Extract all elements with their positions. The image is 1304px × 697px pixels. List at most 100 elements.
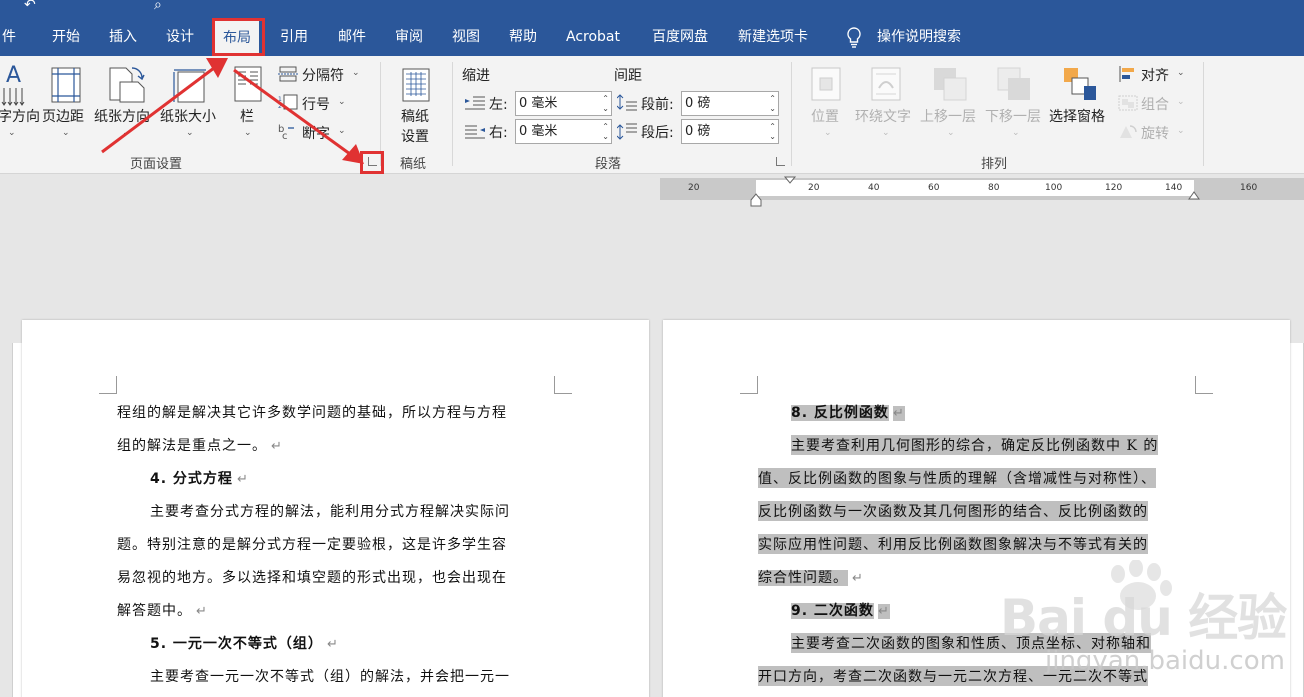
chevron-down-icon[interactable]: ⌄ (338, 97, 346, 107)
indent-marker-right-icon[interactable] (1188, 190, 1200, 200)
tab-mailings[interactable]: 邮件 (338, 20, 366, 56)
spin-up-icon[interactable]: ⌃ (602, 123, 609, 131)
orientation-icon[interactable] (106, 64, 146, 104)
paragraph-line: 解答题中。 ↵ (117, 603, 208, 619)
document-page-left[interactable]: 程组的解是解决其它许多数学问题的基础，所以方程与方程 组的解法是重点之一。 ↵ 4… (22, 320, 649, 697)
tab-home[interactable]: 开始 (52, 20, 80, 56)
columns-label[interactable]: 栏 (240, 106, 254, 126)
spin-up-icon[interactable]: ⌃ (769, 123, 776, 131)
indent-right-input[interactable]: 0 毫米 ⌃ ⌄ (515, 119, 612, 144)
page-setup-group-label: 页面设置 (130, 157, 183, 172)
tab-design[interactable]: 设计 (166, 20, 194, 56)
tab-baidu-netdisk[interactable]: 百度网盘 (652, 20, 708, 56)
draft-paper-icon[interactable] (402, 68, 430, 102)
chevron-down-icon[interactable]: ⌄ (338, 126, 346, 136)
indent-right-icon (465, 125, 485, 139)
title-bar: ↶ ⌕ (0, 0, 1304, 20)
breaks-label[interactable]: 分隔符 (302, 65, 344, 85)
send-backward-icon (997, 67, 1030, 100)
chevron-down-icon[interactable]: ⌄ (244, 128, 252, 138)
tab-help[interactable]: 帮助 (509, 20, 537, 56)
chevron-down-icon[interactable]: ⌄ (352, 68, 360, 78)
tab-new-tab[interactable]: 新建选项卡 (738, 20, 808, 56)
paragraph-line: 程组的解是解决其它许多数学问题的基础，所以方程与方程 (117, 405, 507, 421)
tab-file[interactable]: 件 (2, 20, 16, 56)
align-label[interactable]: 对齐 (1141, 65, 1169, 85)
position-icon (811, 67, 841, 101)
undo-icon[interactable]: ↶ (24, 0, 36, 12)
spacing-before-icon (617, 94, 637, 111)
first-line-indent-icon[interactable] (784, 176, 796, 184)
paragraph-line: 主要考查分式方程的解法，能利用分式方程解决实际问 (150, 504, 510, 520)
text-direction-icon[interactable]: A (0, 62, 30, 106)
chevron-down-icon[interactable]: ⌄ (62, 128, 70, 138)
hyphenation-icon[interactable]: b c (278, 122, 300, 140)
group-label: 组合 (1141, 97, 1169, 113)
text-direction-label[interactable]: 字方向 (0, 106, 40, 126)
svg-text:c: c (282, 131, 288, 140)
draft-settings-label-line1[interactable]: 稿纸 (401, 106, 429, 126)
spacing-after-icon (617, 123, 637, 140)
spacing-after-input[interactable]: 0 磅 ⌃ ⌄ (681, 119, 779, 144)
tab-view[interactable]: 视图 (452, 20, 480, 56)
draft-settings-label-line2[interactable]: 设置 (401, 126, 429, 146)
tab-insert[interactable]: 插入 (109, 20, 137, 56)
wrap-text-label: 环绕文字 (855, 109, 911, 125)
tab-acrobat[interactable]: Acrobat (566, 20, 620, 56)
ribbon: A 字方向 ⌄ 页边距 ⌄ 纸张方向 ⌄ 纸张大小 ⌄ 栏 ⌄ 分隔符 ⌄ 1 … (0, 56, 1304, 174)
breaks-icon[interactable] (278, 66, 298, 82)
horizontal-ruler[interactable]: 20 20 40 60 80 100 120 140 160 (660, 176, 1304, 207)
draft-group-label: 稿纸 (400, 157, 427, 172)
hyphenation-label[interactable]: 断字 (302, 123, 330, 143)
spin-down-icon[interactable]: ⌄ (769, 133, 776, 141)
margins-icon[interactable] (50, 66, 82, 104)
selection-pane-label[interactable]: 选择窗格 (1049, 106, 1105, 126)
indent-left-icon (465, 96, 485, 110)
spin-down-icon[interactable]: ⌄ (602, 133, 609, 141)
spin-down-icon[interactable]: ⌄ (769, 105, 776, 113)
tab-layout[interactable]: 布局 (215, 21, 259, 56)
chevron-down-icon[interactable]: ⌄ (8, 128, 16, 138)
chevron-down-icon[interactable]: ⌄ (122, 128, 130, 138)
paragraph-line: 主要考查利用几何图形的综合，确定反比例函数中 K 的 (791, 435, 1159, 455)
spacing-before-input[interactable]: 0 磅 ⌃ ⌄ (681, 91, 779, 116)
position-label: 位置 (811, 109, 839, 125)
svg-text:1: 1 (278, 96, 282, 103)
group-icon (1118, 95, 1138, 111)
section-heading: 5. 一元一次不等式（组） ↵ (150, 636, 339, 652)
indent-left-input[interactable]: 0 毫米 ⌃ ⌄ (515, 91, 612, 116)
lightbulb-icon (847, 27, 861, 48)
tell-me-search[interactable]: 操作说明搜索 (877, 20, 961, 56)
selection-pane-icon[interactable] (1062, 64, 1098, 102)
line-numbers-label[interactable]: 行号 (302, 94, 330, 114)
paragraph-group-label: 段落 (595, 157, 622, 172)
watermark-site: jingyan.baidu.com (1045, 646, 1285, 676)
orientation-label[interactable]: 纸张方向 (94, 106, 150, 126)
arrange-group-label: 排列 (981, 157, 1008, 172)
print-preview-icon[interactable]: ⌕ (154, 0, 162, 12)
margins-label[interactable]: 页边距 (42, 106, 84, 126)
section-heading: 8. 反比例函数 ↵ (791, 405, 905, 421)
send-backward-label: 下移一层 (985, 109, 1041, 125)
chevron-down-icon[interactable]: ⌄ (1177, 68, 1185, 78)
bring-forward-icon (934, 68, 967, 101)
chevron-down-icon[interactable]: ⌄ (186, 128, 194, 138)
columns-icon[interactable] (234, 66, 262, 102)
indent-marker-left-icon[interactable] (750, 192, 762, 208)
align-icon[interactable] (1118, 66, 1138, 82)
paragraph-dialog-launcher-icon[interactable] (776, 157, 785, 166)
tab-review[interactable]: 审阅 (395, 20, 423, 56)
paragraph-line: 实际应用性问题、利用反比例函数图象解决与不等式有关的 (758, 534, 1148, 554)
spacing-title: 间距 (614, 68, 642, 84)
section-heading: 4. 分式方程 ↵ (150, 471, 249, 487)
paper-size-icon[interactable] (168, 64, 208, 104)
spin-up-icon[interactable]: ⌃ (769, 95, 776, 103)
bring-forward-label: 上移一层 (920, 109, 976, 125)
paper-size-label[interactable]: 纸张大小 (160, 106, 216, 126)
spin-up-icon[interactable]: ⌃ (602, 95, 609, 103)
tab-references[interactable]: 引用 (280, 20, 308, 56)
paragraph-line: 综合性问题。 ↵ (758, 570, 864, 586)
line-numbers-icon[interactable]: 1 2 (278, 94, 298, 110)
rotate-icon (1120, 125, 1137, 138)
spin-down-icon[interactable]: ⌄ (602, 105, 609, 113)
